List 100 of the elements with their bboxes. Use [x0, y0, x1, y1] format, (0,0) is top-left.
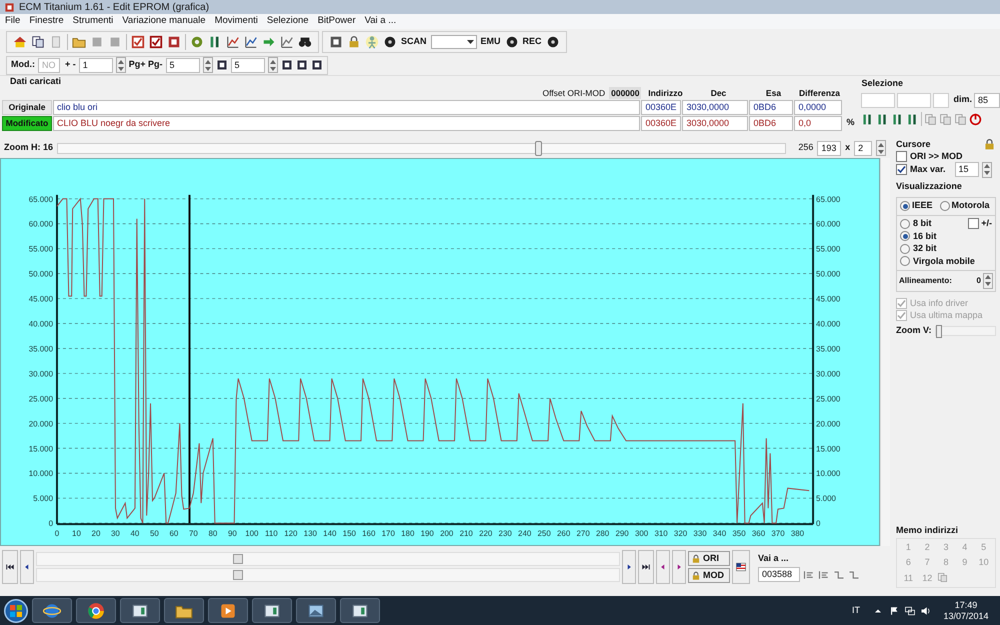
taskbar-button[interactable]: [164, 598, 204, 623]
radio-button[interactable]: [940, 201, 950, 211]
radio-button[interactable]: [900, 218, 910, 229]
name-field[interactable]: CLIO BLU noegr da scrivere: [53, 116, 640, 130]
up-arrow-icon[interactable]: [270, 60, 276, 64]
play-icon[interactable]: [219, 602, 237, 620]
slider-thumb[interactable]: [936, 324, 942, 338]
frame-icon[interactable]: [280, 59, 293, 71]
checkbox-icon[interactable]: [131, 35, 145, 49]
dim-field[interactable]: 85: [974, 92, 1000, 108]
up-arrow-icon[interactable]: [878, 142, 884, 146]
value-field[interactable]: 0BD6: [749, 116, 794, 130]
max-var-field[interactable]: 15: [954, 162, 979, 177]
value-field[interactable]: 0,0000: [794, 100, 842, 114]
binoculars-icon[interactable]: [298, 35, 312, 49]
selection-field[interactable]: [897, 92, 932, 108]
flag-icon[interactable]: [888, 604, 900, 616]
down-arrow-icon[interactable]: [985, 282, 991, 286]
value-field[interactable]: 0BD6: [749, 100, 794, 114]
up-arrow-icon[interactable]: [985, 275, 991, 279]
wheel-icon[interactable]: [87, 602, 105, 620]
taskbar-button[interactable]: [32, 598, 72, 623]
down-arrow-icon[interactable]: [204, 66, 211, 70]
down-arrow-icon[interactable]: [984, 171, 990, 175]
menu-item[interactable]: Vai a ...: [364, 14, 396, 29]
lock-icon[interactable]: [347, 35, 361, 49]
spinner-control[interactable]: [876, 140, 886, 156]
taskbar-button[interactable]: [120, 598, 160, 623]
globe-icon[interactable]: [43, 602, 61, 620]
menu-item[interactable]: Finestre: [29, 14, 64, 29]
scan-dropdown[interactable]: [430, 35, 477, 49]
spinner-control[interactable]: [983, 272, 993, 288]
align-icon[interactable]: [818, 568, 830, 581]
down-arrow-icon[interactable]: [118, 66, 124, 70]
flag-icon[interactable]: [735, 561, 747, 573]
language-indicator[interactable]: IT: [852, 604, 860, 618]
value-field[interactable]: 00360E: [641, 100, 682, 114]
menu-item[interactable]: Variazione manuale: [122, 14, 206, 29]
last-button[interactable]: [638, 550, 654, 584]
value-field[interactable]: 5: [230, 58, 265, 72]
menu-item[interactable]: Movimenti: [214, 14, 258, 29]
menu-item[interactable]: File: [5, 14, 20, 29]
radio-button[interactable]: [900, 256, 910, 266]
taskbar-button[interactable]: [252, 598, 292, 623]
scrollbar[interactable]: [36, 568, 620, 582]
chart-icon[interactable]: [244, 35, 258, 49]
taskbar-button[interactable]: [340, 598, 380, 623]
zoom-field[interactable]: 193: [817, 140, 842, 156]
speaker-icon[interactable]: [920, 604, 932, 616]
taskbar-button[interactable]: [76, 598, 116, 623]
scrollbar[interactable]: [36, 552, 620, 566]
value-field[interactable]: 0,0: [794, 116, 842, 130]
lock-icon[interactable]: [691, 570, 701, 580]
page-field[interactable]: 5: [166, 58, 200, 72]
selection-field[interactable]: [933, 92, 950, 108]
spinner-control[interactable]: [116, 57, 126, 73]
checkbox[interactable]: [968, 218, 980, 230]
value-field[interactable]: 3030,0000: [682, 100, 748, 114]
network-icon[interactable]: [904, 604, 916, 616]
goto-field[interactable]: 003588: [758, 567, 800, 582]
disc-icon[interactable]: [383, 35, 397, 49]
first-button[interactable]: [2, 550, 18, 584]
up-arrow-icon[interactable]: [984, 164, 990, 168]
step-icon[interactable]: [848, 568, 860, 581]
menu-item[interactable]: Selezione: [266, 14, 309, 29]
align-icon[interactable]: [803, 568, 815, 581]
name-field[interactable]: clio blu ori: [53, 100, 640, 114]
step-field[interactable]: 1: [78, 58, 113, 72]
frame-icon[interactable]: [216, 59, 228, 71]
down-arrow-icon[interactable]: [270, 66, 276, 70]
first-icon[interactable]: [5, 562, 15, 572]
up-arrow-icon[interactable]: [204, 60, 211, 64]
zoom-slider[interactable]: [57, 142, 786, 154]
copy-icon[interactable]: [31, 35, 45, 49]
lock-icon[interactable]: [691, 554, 701, 564]
slider-thumb[interactable]: [535, 140, 542, 156]
frame-icon[interactable]: [167, 35, 181, 49]
chart-icon[interactable]: [226, 35, 240, 49]
frame-icon[interactable]: [329, 35, 343, 49]
step-icon[interactable]: [833, 568, 845, 581]
row-label[interactable]: Originale: [2, 100, 52, 114]
frame-icon[interactable]: [296, 59, 308, 71]
last-icon[interactable]: [641, 562, 651, 572]
zoom-v-slider[interactable]: [934, 326, 996, 336]
folder-icon[interactable]: [72, 35, 86, 49]
radio-button[interactable]: [900, 201, 910, 211]
value-field[interactable]: 3030,0000: [682, 116, 748, 130]
factor-field[interactable]: 2: [854, 140, 872, 156]
scrollbar[interactable]: [880, 158, 890, 546]
radio-button[interactable]: [900, 231, 910, 242]
checkbox[interactable]: [896, 164, 907, 175]
start-icon[interactable]: [4, 598, 28, 622]
lock-icon[interactable]: [983, 138, 996, 151]
row-label[interactable]: Modificato: [2, 116, 52, 130]
disc-icon[interactable]: [504, 35, 519, 49]
mod-button[interactable]: MOD: [688, 568, 730, 583]
spinner-control[interactable]: [268, 57, 278, 73]
checkbox[interactable]: [896, 151, 907, 162]
ori-button[interactable]: ORI: [688, 551, 730, 566]
selection-field[interactable]: [861, 92, 896, 108]
